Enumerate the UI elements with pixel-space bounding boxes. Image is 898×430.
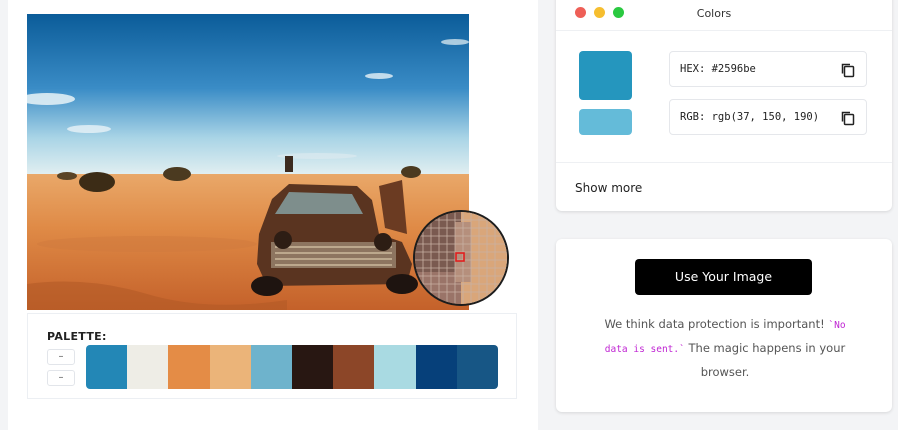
colors-title: Colors	[696, 7, 732, 20]
use-your-image-button[interactable]: Use Your Image	[635, 259, 812, 295]
palette-swatch[interactable]	[292, 345, 334, 389]
palette-label: PALETTE:	[47, 330, 107, 343]
upload-panel: Use Your Image We think data protection …	[556, 239, 892, 412]
palette-swatches	[86, 345, 498, 389]
palette-swatch[interactable]	[333, 345, 375, 389]
divider	[556, 30, 892, 31]
magnifier-loupe	[413, 210, 509, 306]
light-color-swatch	[579, 109, 632, 135]
palette-swatch[interactable]	[456, 345, 498, 389]
palette-swatch[interactable]	[415, 345, 457, 389]
copy-icon[interactable]	[840, 62, 856, 78]
palette-swatch[interactable]	[127, 345, 169, 389]
palette-swatch[interactable]	[209, 345, 251, 389]
desert-car-photo[interactable]	[27, 14, 469, 310]
show-more-link[interactable]: Show more	[575, 181, 642, 195]
palette-swatch[interactable]	[86, 345, 128, 389]
palette-swatch[interactable]	[250, 345, 293, 389]
privacy-note: We think data protection is important! `…	[596, 313, 854, 383]
copy-icon[interactable]	[840, 110, 856, 126]
palette-decrease-button[interactable]: –	[47, 349, 75, 365]
palette-panel: PALETTE: – –	[27, 313, 517, 399]
palette-swatch[interactable]	[168, 345, 210, 389]
colors-panel: Colors HEX: #2596be RGB: rgb(37, 150, 19…	[556, 0, 892, 211]
hex-field[interactable]: HEX: #2596be	[669, 51, 867, 87]
privacy-text-end: The magic happens in your browser.	[688, 341, 846, 379]
rgb-value: RGB: rgb(37, 150, 190)	[680, 111, 820, 123]
hex-value: HEX: #2596be	[680, 63, 756, 75]
privacy-text: We think data protection is important!	[604, 317, 825, 331]
selected-color-swatch	[579, 51, 632, 100]
rgb-field[interactable]: RGB: rgb(37, 150, 190)	[669, 99, 867, 135]
palette-remove-button[interactable]: –	[47, 370, 75, 386]
palette-swatch[interactable]	[374, 345, 416, 389]
divider	[556, 162, 892, 163]
